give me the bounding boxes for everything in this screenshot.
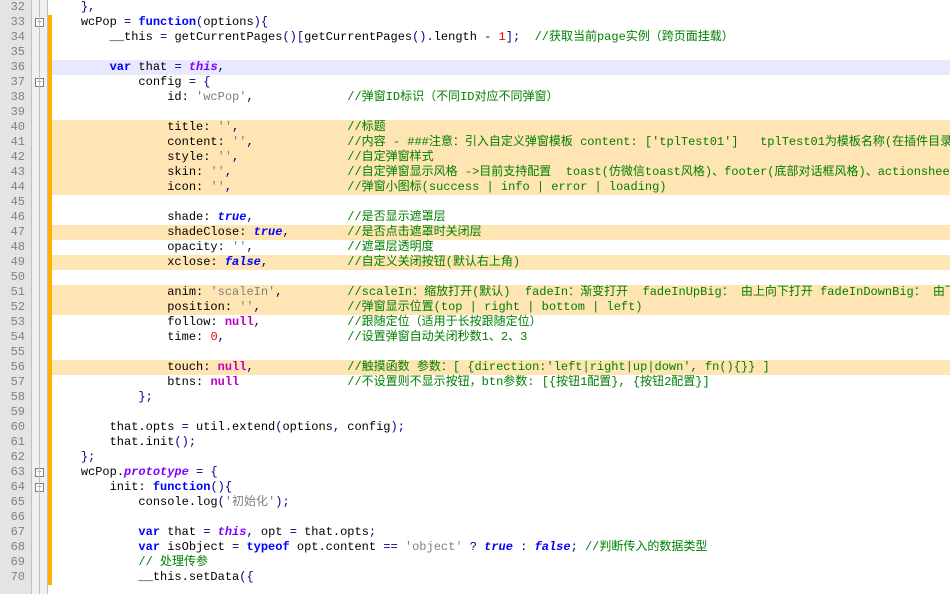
line-number: 47 xyxy=(0,225,31,240)
code-line[interactable] xyxy=(52,45,950,60)
code-line[interactable]: var that = this, opt = that.opts; xyxy=(52,525,950,540)
line-number: 67 xyxy=(0,525,31,540)
code-line[interactable]: config = { xyxy=(52,75,950,90)
line-number: 63 xyxy=(0,465,31,480)
line-number: 69 xyxy=(0,555,31,570)
code-line[interactable]: opacity: '', //遮罩层透明度 xyxy=(52,240,950,255)
code-line[interactable]: icon: '', //弹窗小图标(success | info | error… xyxy=(52,180,950,195)
code-line[interactable] xyxy=(52,510,950,525)
line-number: 48 xyxy=(0,240,31,255)
code-line[interactable] xyxy=(52,345,950,360)
code-line[interactable]: console.log('初始化'); xyxy=(52,495,950,510)
line-number: 70 xyxy=(0,570,31,585)
line-number: 64 xyxy=(0,480,31,495)
line-number: 66 xyxy=(0,510,31,525)
code-line[interactable]: skin: '', //自定弹窗显示风格 ->目前支持配置 toast(仿微信t… xyxy=(52,165,950,180)
code-line[interactable]: content: '', //内容 - ###注意：引入自定义弹窗模板 cont… xyxy=(52,135,950,150)
line-number: 44 xyxy=(0,180,31,195)
fold-column[interactable]: −−−− xyxy=(32,0,48,594)
code-line[interactable]: }; xyxy=(52,450,950,465)
code-line[interactable]: __this.setData({ xyxy=(52,570,950,585)
line-number: 43 xyxy=(0,165,31,180)
code-line[interactable]: }, xyxy=(52,0,950,15)
line-number: 37 xyxy=(0,75,31,90)
code-line[interactable]: time: 0, //设置弹窗自动关闭秒数1、2、3 xyxy=(52,330,950,345)
code-line[interactable]: wcPop = function(options){ xyxy=(52,15,950,30)
line-number: 41 xyxy=(0,135,31,150)
code-line[interactable]: __this = getCurrentPages()[getCurrentPag… xyxy=(52,30,950,45)
code-line[interactable]: xclose: false, //自定义关闭按钮(默认右上角) xyxy=(52,255,950,270)
line-number: 57 xyxy=(0,375,31,390)
code-line[interactable]: that.opts = util.extend(options, config)… xyxy=(52,420,950,435)
code-line[interactable]: shadeClose: true, //是否点击遮罩时关闭层 xyxy=(52,225,950,240)
line-number: 50 xyxy=(0,270,31,285)
code-line[interactable]: title: '', //标题 xyxy=(52,120,950,135)
code-area[interactable]: }, wcPop = function(options){ __this = g… xyxy=(52,0,950,594)
line-number: 61 xyxy=(0,435,31,450)
code-line[interactable]: id: 'wcPop', //弹窗ID标识（不同ID对应不同弹窗） xyxy=(52,90,950,105)
code-line[interactable]: }; xyxy=(52,390,950,405)
code-line[interactable]: shade: true, //是否显示遮罩层 xyxy=(52,210,950,225)
code-line[interactable]: follow: null, //跟随定位（适用于长按跟随定位） xyxy=(52,315,950,330)
line-number: 35 xyxy=(0,45,31,60)
code-line[interactable]: init: function(){ xyxy=(52,480,950,495)
code-line[interactable]: var that = this, xyxy=(52,60,950,75)
line-number: 32 xyxy=(0,0,31,15)
line-number: 62 xyxy=(0,450,31,465)
line-number: 46 xyxy=(0,210,31,225)
line-number: 59 xyxy=(0,405,31,420)
line-number: 51 xyxy=(0,285,31,300)
code-line[interactable]: btns: null //不设置则不显示按钮，btn参数: [{按钮1配置}, … xyxy=(52,375,950,390)
line-number: 68 xyxy=(0,540,31,555)
line-number: 33 xyxy=(0,15,31,30)
code-line[interactable]: that.init(); xyxy=(52,435,950,450)
line-number: 49 xyxy=(0,255,31,270)
code-line[interactable] xyxy=(52,105,950,120)
code-line[interactable]: style: '', //自定弹窗样式 xyxy=(52,150,950,165)
line-number: 39 xyxy=(0,105,31,120)
code-line[interactable]: touch: null, //触摸函数 参数：[ {direction:'lef… xyxy=(52,360,950,375)
code-line[interactable] xyxy=(52,270,950,285)
line-number: 55 xyxy=(0,345,31,360)
line-number: 52 xyxy=(0,300,31,315)
line-number: 58 xyxy=(0,390,31,405)
code-line[interactable]: anim: 'scaleIn', //scaleIn：缩放打开(默认) fade… xyxy=(52,285,950,300)
code-line[interactable]: var isObject = typeof opt.content == 'ob… xyxy=(52,540,950,555)
line-number-gutter: 3233343536373839404142434445464748495051… xyxy=(0,0,32,594)
line-number: 40 xyxy=(0,120,31,135)
line-number: 60 xyxy=(0,420,31,435)
line-number: 65 xyxy=(0,495,31,510)
line-number: 36 xyxy=(0,60,31,75)
code-line[interactable]: wcPop.prototype = { xyxy=(52,465,950,480)
code-editor[interactable]: 3233343536373839404142434445464748495051… xyxy=(0,0,950,594)
line-number: 38 xyxy=(0,90,31,105)
line-number: 34 xyxy=(0,30,31,45)
line-number: 53 xyxy=(0,315,31,330)
line-number: 56 xyxy=(0,360,31,375)
line-number: 45 xyxy=(0,195,31,210)
code-line[interactable] xyxy=(52,405,950,420)
line-number: 54 xyxy=(0,330,31,345)
code-line[interactable]: // 处理传参 xyxy=(52,555,950,570)
code-line[interactable]: position: '', //弹窗显示位置(top | right | bot… xyxy=(52,300,950,315)
line-number: 42 xyxy=(0,150,31,165)
code-line[interactable] xyxy=(52,195,950,210)
